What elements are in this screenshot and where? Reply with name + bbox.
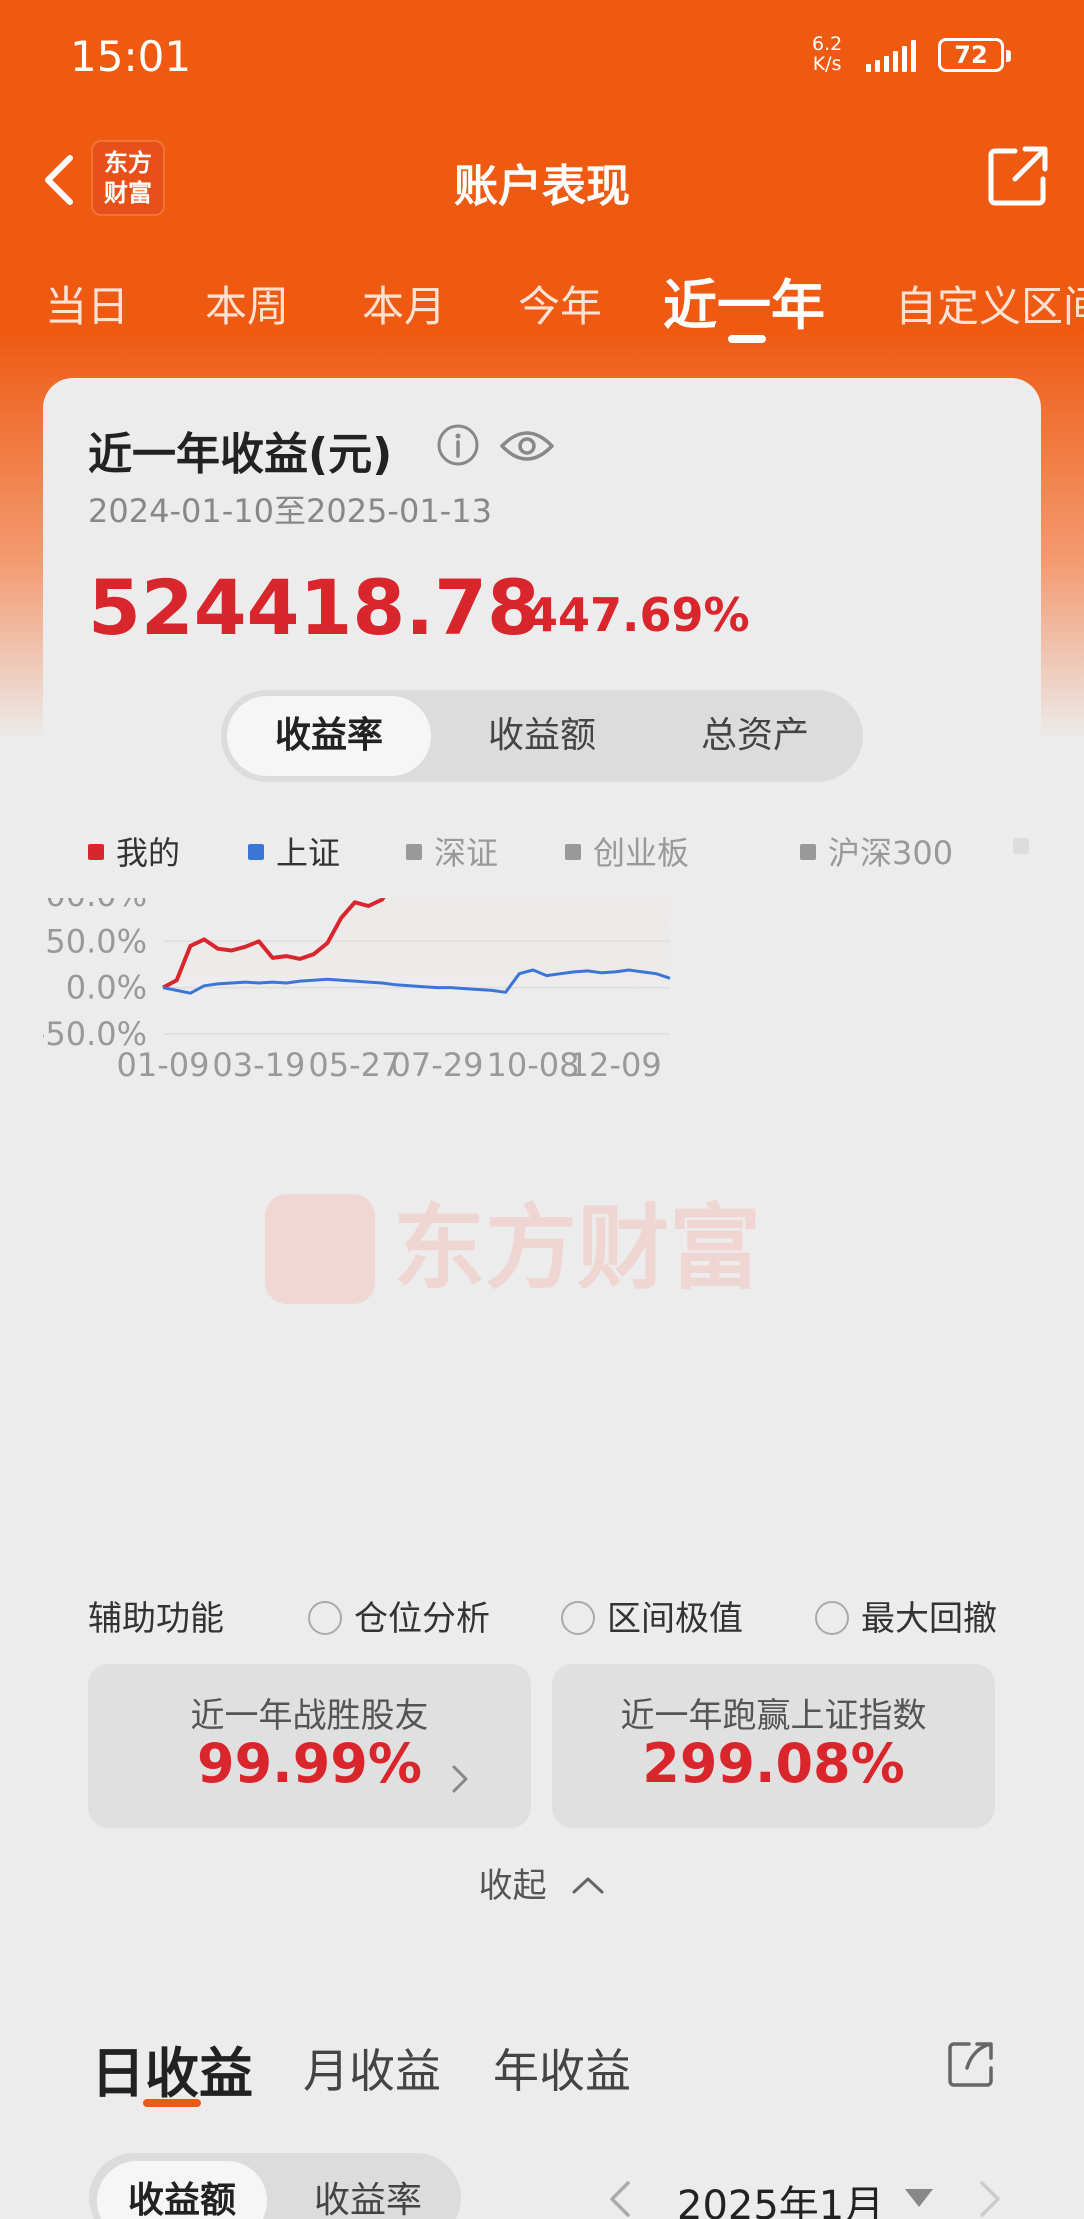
legend-csi300[interactable]: 沪深300 xyxy=(800,828,953,874)
legend-swatch xyxy=(1013,838,1029,854)
collapse-label: 收起 xyxy=(478,1866,547,1906)
legend-label: 上证 xyxy=(276,834,341,872)
stat-label: 近一年战胜股友 xyxy=(190,1696,429,1736)
earnings-segment: 收益额 收益率 xyxy=(89,2153,461,2219)
legend-label: 深证 xyxy=(434,834,499,872)
x-tick-label: 03-19 xyxy=(212,1046,305,1084)
chart-legend: 我的 上证 深证 创业板 沪深300 xyxy=(88,828,1029,878)
summary-title: 近一年收益(元) xyxy=(88,429,393,480)
active-tab-indicator xyxy=(728,335,766,343)
x-tick-label: 10-08 xyxy=(486,1046,579,1084)
period-tabs: 当日 本周 本月 今年 近一年 自定义区间 xyxy=(0,255,1084,345)
chevron-left-icon[interactable] xyxy=(608,2179,632,2219)
radio-icon xyxy=(561,1600,595,1635)
month-selector[interactable]: 2025年1月 xyxy=(677,2173,884,2219)
legend-label: 我的 xyxy=(116,834,181,872)
watermark: 东方财富 xyxy=(265,1194,761,1304)
active-tab-indicator xyxy=(143,2099,201,2107)
segment-total-assets[interactable]: 总资产 xyxy=(653,696,857,776)
share-icon[interactable] xyxy=(985,143,1051,209)
net-speed-value: 6.2 xyxy=(812,33,843,55)
segment-rate[interactable]: 收益率 xyxy=(283,2161,453,2219)
page-title: 账户表现 xyxy=(454,161,630,212)
chevron-right-icon xyxy=(452,1765,468,1793)
nav-bar: 东方 财富 账户表现 xyxy=(0,130,1084,230)
chevron-up-icon xyxy=(572,1877,604,1893)
option-position-analysis[interactable]: 仓位分析 xyxy=(308,1591,490,1640)
tab-this-week[interactable]: 本周 xyxy=(205,273,289,334)
tab-custom-range[interactable]: 自定义区间 xyxy=(895,273,1084,334)
legend-swatch xyxy=(88,844,104,860)
watermark-text: 东方财富 xyxy=(393,1195,761,1302)
legend-swatch xyxy=(406,844,422,860)
option-label: 仓位分析 xyxy=(354,1599,490,1639)
battery-icon: 72 xyxy=(938,38,1011,72)
option-label: 区间极值 xyxy=(607,1599,743,1639)
net-speed: 6.2 K/s xyxy=(812,34,842,74)
dropdown-triangle-icon[interactable] xyxy=(905,2189,933,2207)
option-range-extremes[interactable]: 区间极值 xyxy=(561,1591,743,1640)
segment-return-amount[interactable]: 收益额 xyxy=(440,696,644,776)
stat-value: 299.08% xyxy=(642,1732,905,1795)
profit-percent: 447.69% xyxy=(526,588,750,642)
tab-this-month[interactable]: 本月 xyxy=(362,273,446,334)
collapse-button[interactable]: 收起 xyxy=(43,1858,1041,1907)
profit-amount: 524418.78 xyxy=(88,563,540,652)
eye-icon[interactable] xyxy=(499,426,555,466)
legend-chinext[interactable]: 创业板 xyxy=(565,828,689,874)
stat-beat-index[interactable]: 近一年跑赢上证指数 299.08% xyxy=(552,1664,995,1828)
aux-functions: 辅助功能 仓位分析 区间极值 最大回撤 xyxy=(88,1583,1028,1643)
export-icon[interactable] xyxy=(945,2038,997,2090)
legend-shanghai[interactable]: 上证 xyxy=(248,828,340,874)
y-tick-label: 50.0% xyxy=(45,922,147,960)
legend-swatch xyxy=(800,844,816,860)
legend-swatch xyxy=(565,844,581,860)
signal-icon xyxy=(866,38,926,72)
net-speed-unit: K/s xyxy=(812,53,842,75)
stat-label: 近一年跑赢上证指数 xyxy=(620,1696,927,1736)
return-chart[interactable]: 东方财富 01-0903-1905-2707-2910-0812-09 350.… xyxy=(43,898,1041,1478)
tab-today[interactable]: 当日 xyxy=(45,273,129,334)
radio-icon xyxy=(815,1600,849,1635)
date-range: 2024-01-10至2025-01-13 xyxy=(88,492,492,530)
aux-label: 辅助功能 xyxy=(88,1599,224,1639)
x-tick-label: 07-29 xyxy=(391,1046,484,1084)
segment-return-rate[interactable]: 收益率 xyxy=(227,696,431,776)
metric-segment: 收益率 收益额 总资产 xyxy=(221,690,863,782)
series-area-mine xyxy=(163,898,670,988)
battery-level: 72 xyxy=(954,41,988,69)
status-time: 15:01 xyxy=(70,32,192,81)
legend-shenzhen[interactable]: 深证 xyxy=(406,828,498,874)
x-tick-label: 12-09 xyxy=(569,1046,662,1084)
earnings-card: 日收益 月收益 年收益 收益额 收益率 2025年1月 xyxy=(43,1983,1041,2219)
info-icon[interactable] xyxy=(436,423,480,467)
legend-mine[interactable]: 我的 xyxy=(88,828,180,874)
legend-label: 沪深300 xyxy=(828,834,954,872)
option-label: 最大回撤 xyxy=(861,1599,997,1639)
tab-past-year[interactable]: 近一年 xyxy=(663,261,825,340)
performance-card: 近一年收益(元) 2024-01-10至2025-01-13 524418.78… xyxy=(43,378,1041,1946)
tab-this-year[interactable]: 今年 xyxy=(518,273,602,334)
legend-swatch xyxy=(248,844,264,860)
legend-label: 创业板 xyxy=(593,834,690,872)
legend-more xyxy=(1013,828,1041,866)
chevron-right-icon[interactable] xyxy=(978,2179,1002,2219)
radio-icon xyxy=(308,1600,342,1635)
option-max-drawdown[interactable]: 最大回撤 xyxy=(815,1591,997,1640)
stat-beat-peers[interactable]: 近一年战胜股友 99.99% xyxy=(88,1664,531,1828)
x-tick-label: 05-27 xyxy=(308,1046,401,1084)
y-tick-label: -50.0% xyxy=(43,1015,147,1053)
y-tick-label: 100.0% xyxy=(43,898,147,914)
tab-monthly-earnings[interactable]: 月收益 xyxy=(303,2035,441,2101)
status-bar: 15:01 6.2 K/s 72 xyxy=(0,0,1084,115)
y-tick-label: 0.0% xyxy=(66,969,147,1007)
tab-daily-earnings[interactable]: 日收益 xyxy=(91,2029,253,2108)
segment-amount[interactable]: 收益额 xyxy=(97,2161,267,2219)
tab-yearly-earnings[interactable]: 年收益 xyxy=(493,2035,631,2101)
